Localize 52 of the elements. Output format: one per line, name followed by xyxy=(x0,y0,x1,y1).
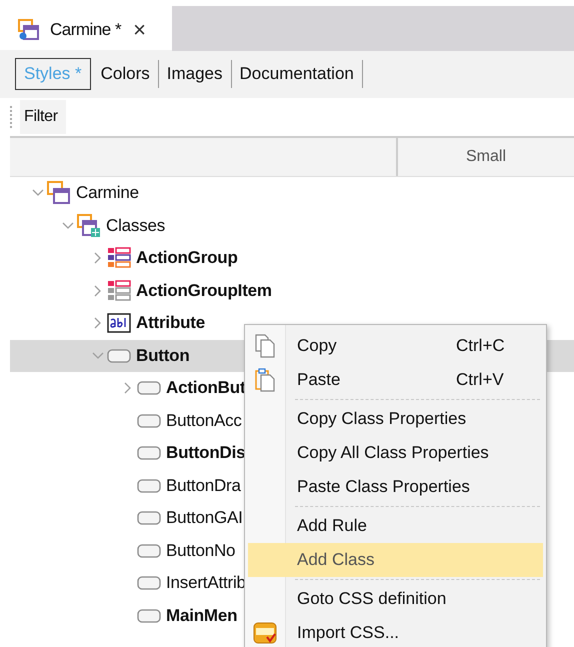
tree-item-label[interactable]: ButtonGAI xyxy=(166,508,243,528)
tab-title: Carmine * xyxy=(50,20,122,40)
copy-icon xyxy=(255,334,275,358)
button-shape-icon xyxy=(137,412,161,429)
button-shape-icon xyxy=(137,608,161,624)
subtab[interactable]: Documentation xyxy=(232,60,363,88)
expanded-chevron-icon[interactable] xyxy=(32,189,44,198)
tree-item-label: Button xyxy=(136,346,190,366)
menu-item[interactable]: Paste Ctrl+V xyxy=(248,363,543,397)
tree-item-label[interactable]: ButtonDra xyxy=(166,476,241,496)
expanded-chevron-icon[interactable] xyxy=(92,352,104,360)
menu-item[interactable]: Add Class xyxy=(248,543,543,577)
tree-item-label[interactable]: Carmine xyxy=(76,183,139,204)
window-icon xyxy=(47,181,71,206)
css-file-icon xyxy=(253,622,277,644)
subtab[interactable]: Images xyxy=(158,60,232,88)
menu-item[interactable]: Paste Class Properties xyxy=(248,470,543,504)
tree-item-label[interactable]: MainMen xyxy=(166,606,238,626)
tree-item-label[interactable]: ButtonNo xyxy=(166,540,236,561)
paste-icon xyxy=(255,368,275,392)
button-shape-icon xyxy=(137,575,161,592)
tree-item-label[interactable]: ButtonDis xyxy=(166,443,246,464)
tree-item-label[interactable]: InsertAttrib xyxy=(166,573,246,594)
list-icon xyxy=(107,247,131,270)
filter-button[interactable]: Filter xyxy=(20,100,66,134)
subtab[interactable]: Colors xyxy=(92,60,159,88)
text-field-icon xyxy=(107,313,131,334)
button-shape-icon xyxy=(137,478,161,494)
menu-item[interactable]: Copy Class Properties xyxy=(248,402,543,436)
tree-item-label[interactable]: ActionGroupItem xyxy=(136,280,272,301)
tree-item-label[interactable]: ActionGroup xyxy=(136,248,238,268)
button-shape-icon xyxy=(137,445,161,462)
tree-item-label[interactable]: Classes xyxy=(106,216,166,236)
close-button[interactable]: × xyxy=(133,17,146,43)
expanded-chevron-icon[interactable] xyxy=(62,222,74,230)
window-grid-icon xyxy=(77,214,101,238)
menu-item[interactable]: Copy Ctrl+C xyxy=(248,329,543,363)
tree-item-label[interactable]: Attribute xyxy=(136,313,206,334)
grip-icon xyxy=(10,106,14,128)
list-icon xyxy=(107,280,131,302)
button-shape-icon xyxy=(137,542,161,559)
button-shape-icon xyxy=(137,510,161,526)
column-header: Small xyxy=(464,147,507,167)
button-shape-icon xyxy=(137,380,161,396)
menu-item[interactable]: Add Rule xyxy=(248,509,543,543)
menu-item[interactable]: Import CSS... xyxy=(248,616,543,647)
tree-item-label[interactable]: ButtonAcc xyxy=(166,410,242,431)
tree-item-label[interactable]: ActionBut xyxy=(166,378,246,398)
menu-item[interactable]: Goto CSS definition xyxy=(248,582,543,616)
menu-item[interactable]: Copy All Class Properties xyxy=(248,436,543,470)
button-shape-icon xyxy=(107,348,131,364)
window-icon xyxy=(18,19,40,41)
